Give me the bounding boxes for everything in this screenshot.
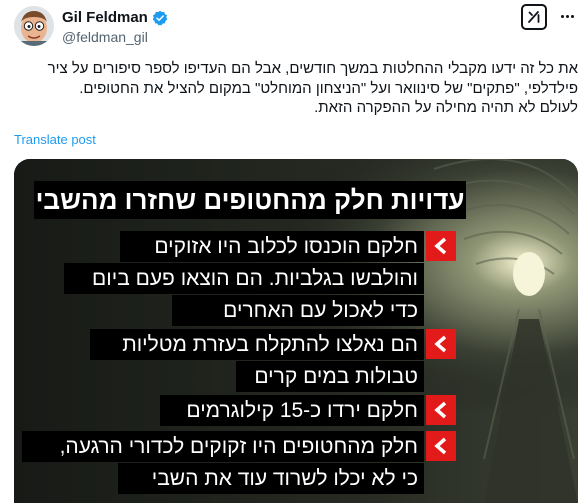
media-headline-text: עדויות חלק מהחטופים שחזרו מהשבי	[35, 184, 465, 215]
bullet-line: הם נאלצו להתקלח בעזרת מטליות	[90, 329, 424, 360]
chevron-left-icon	[434, 401, 447, 419]
author-name[interactable]: Gil Feldman	[62, 9, 148, 26]
grok-icon	[528, 11, 540, 23]
post-text-line: פילדלפי, "פתקים" של סינוואר ועל "הניצחון…	[79, 79, 578, 97]
post-header: Gil Feldman @feldman_gil	[14, 6, 581, 48]
more-icon-dot	[570, 14, 574, 18]
post-text: את כל זה ידעו מקבלי ההחלטות במשך חודשים,…	[10, 59, 578, 118]
post-text-line: לעולם לא תהיה מחילה על ההפקרה הזאת.	[314, 99, 578, 116]
grok-button[interactable]	[521, 4, 547, 30]
translate-post-link[interactable]: Translate post	[14, 132, 96, 147]
post-media-image[interactable]: עדויות חלק מהחטופים שחזרו מהשבי חלקם הוכ…	[14, 159, 578, 503]
bullet-line: חלק מהחטופים היו זקוקים לכדורי הרגעה,	[22, 431, 424, 462]
bullet-marker	[426, 231, 456, 261]
more-icon-dot	[565, 14, 569, 18]
more-icon-dot	[560, 14, 564, 18]
chevron-left-icon	[434, 335, 447, 353]
bullet-line: כדי לאכול עם האחרים	[172, 295, 424, 326]
bullet-line: חלקם ירדו כ-15 קילוגרמים	[160, 395, 424, 426]
bullet-marker	[426, 395, 456, 425]
avatar-portrait-icon	[14, 6, 54, 46]
bullet-line: טבולות במים קרים	[236, 361, 424, 392]
media-headline: עדויות חלק מהחטופים שחזרו מהשבי	[34, 181, 466, 219]
bullet-line: והולבשו בגלביות. הם הוצאו פעם ביום	[64, 263, 424, 294]
verified-badge-icon	[152, 10, 168, 25]
avatar[interactable]	[14, 6, 54, 46]
bullet-line: כי לא יכלו לשרוד עוד את השבי	[118, 463, 424, 494]
bullet-marker	[426, 431, 456, 461]
more-options-button[interactable]	[557, 6, 577, 26]
bullet-marker	[426, 329, 456, 359]
author-handle[interactable]: @feldman_gil	[62, 29, 148, 45]
post-text-line: את כל זה ידעו מקבלי ההחלטות במשך חודשים,…	[47, 60, 578, 77]
chevron-left-icon	[434, 237, 447, 255]
chevron-left-icon	[434, 437, 447, 455]
bullet-line: חלקם הוכנסו לכלוב היו אזוקים	[120, 231, 424, 262]
